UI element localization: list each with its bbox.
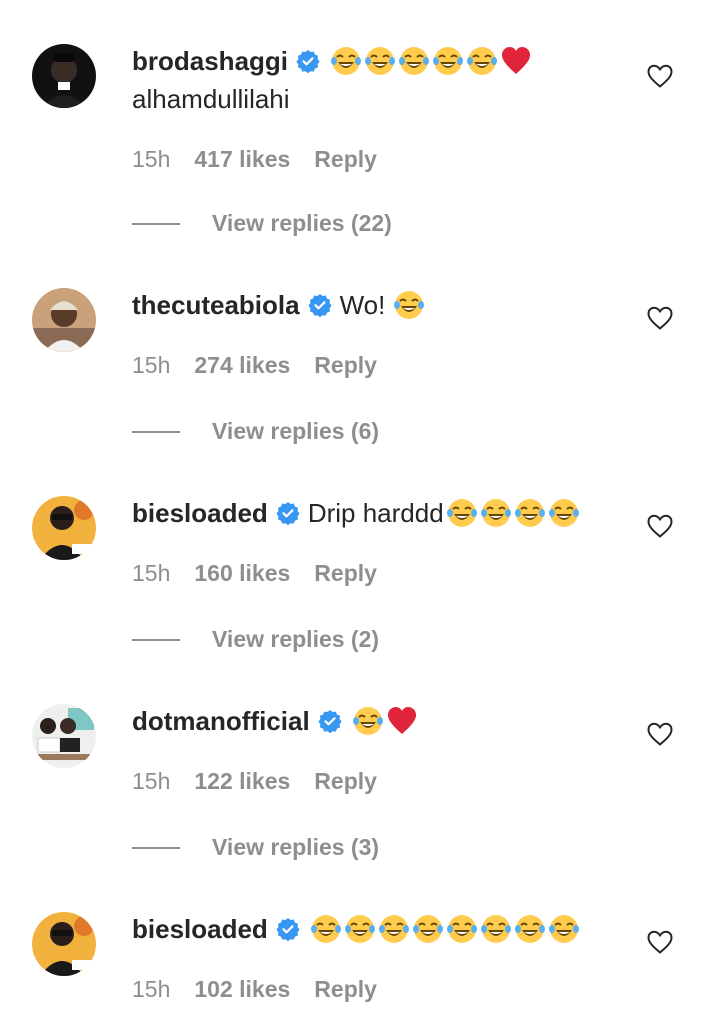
laughing-tears-emoji: [330, 45, 362, 77]
avatar[interactable]: [32, 44, 96, 108]
avatar[interactable]: [32, 704, 96, 768]
view-replies-label[interactable]: View replies (3): [212, 834, 379, 861]
view-replies-button[interactable]: View replies (22): [132, 210, 392, 237]
likes-count[interactable]: 417 likes: [194, 146, 290, 173]
laughing-tears-emoji: [344, 913, 376, 945]
username[interactable]: biesloaded: [132, 498, 268, 529]
verified-badge-icon: [276, 501, 300, 525]
laughing-tears-emoji: [514, 913, 546, 945]
heart-outline-icon[interactable]: [646, 720, 674, 748]
verified-badge-icon: [276, 917, 300, 941]
divider: [132, 430, 180, 433]
view-replies-button[interactable]: View replies (2): [132, 626, 379, 653]
timestamp: 15h: [132, 976, 171, 1002]
laughing-tears-emoji: [548, 497, 580, 529]
reply-button[interactable]: Reply: [314, 768, 377, 795]
likes-count[interactable]: 274 likes: [194, 352, 290, 379]
verified-badge-icon: [307, 293, 332, 317]
reply-button[interactable]: Reply: [314, 976, 377, 1003]
avatar[interactable]: [32, 912, 96, 976]
divider: [132, 846, 180, 849]
laughing-tears-emoji: [310, 913, 342, 945]
laughing-tears-emoji: [514, 497, 546, 529]
view-replies-button[interactable]: View replies (6): [132, 418, 379, 445]
laughing-tears-emoji: [352, 705, 384, 737]
reply-button[interactable]: Reply: [314, 352, 377, 379]
heart-outline-icon[interactable]: [646, 512, 674, 540]
laughing-tears-emoji: [466, 45, 498, 77]
laughing-tears-emoji: [480, 497, 512, 529]
timestamp: 15h: [132, 560, 171, 586]
comment-meta: 15h 122 likes Reply: [132, 768, 377, 795]
red-heart-emoji: [386, 705, 418, 737]
reply-button[interactable]: Reply: [314, 560, 377, 587]
comment-text: Wo!: [339, 289, 386, 320]
avatar[interactable]: [32, 496, 96, 560]
laughing-tears-emoji: [412, 913, 444, 945]
view-replies-button[interactable]: View replies (3): [132, 834, 379, 861]
comment-meta: 15h 274 likes Reply: [132, 352, 377, 379]
likes-count[interactable]: 102 likes: [194, 976, 290, 1003]
view-replies-label[interactable]: View replies (2): [212, 626, 379, 653]
timestamp: 15h: [132, 768, 171, 794]
username[interactable]: brodashaggi: [132, 46, 288, 77]
avatar[interactable]: [32, 288, 96, 352]
laughing-tears-emoji: [364, 45, 396, 77]
view-replies-label[interactable]: View replies (22): [212, 210, 392, 237]
comment-meta: 15h 102 likes Reply: [132, 976, 377, 1003]
laughing-tears-emoji: [432, 45, 464, 77]
laughing-tears-emoji: [548, 913, 580, 945]
timestamp: 15h: [132, 146, 171, 172]
comment-body: alhamdullilahi: [132, 84, 290, 114]
username[interactable]: dotmanofficial: [132, 706, 310, 737]
likes-count[interactable]: 160 likes: [194, 560, 290, 587]
heart-outline-icon[interactable]: [646, 304, 674, 332]
heart-outline-icon[interactable]: [646, 62, 674, 90]
reply-button[interactable]: Reply: [314, 146, 377, 173]
laughing-tears-emoji: [398, 45, 430, 77]
laughing-tears-emoji: [446, 497, 478, 529]
laughing-tears-emoji: [378, 913, 410, 945]
laughing-tears-emoji: [393, 289, 425, 321]
view-replies-label[interactable]: View replies (6): [212, 418, 379, 445]
divider: [132, 638, 180, 641]
verified-badge-icon: [296, 49, 320, 73]
comment-meta: 15h 417 likes Reply: [132, 146, 377, 173]
divider: [132, 222, 180, 225]
heart-outline-icon[interactable]: [646, 928, 674, 956]
likes-count[interactable]: 122 likes: [194, 768, 290, 795]
red-heart-emoji: [500, 45, 532, 77]
laughing-tears-emoji: [480, 913, 512, 945]
username[interactable]: thecuteabiola: [132, 290, 300, 321]
username[interactable]: biesloaded: [132, 914, 268, 945]
comment-text: Drip harddd: [307, 497, 444, 528]
laughing-tears-emoji: [446, 913, 478, 945]
timestamp: 15h: [132, 352, 171, 378]
verified-badge-icon: [318, 709, 342, 733]
comment-meta: 15h 160 likes Reply: [132, 560, 377, 587]
